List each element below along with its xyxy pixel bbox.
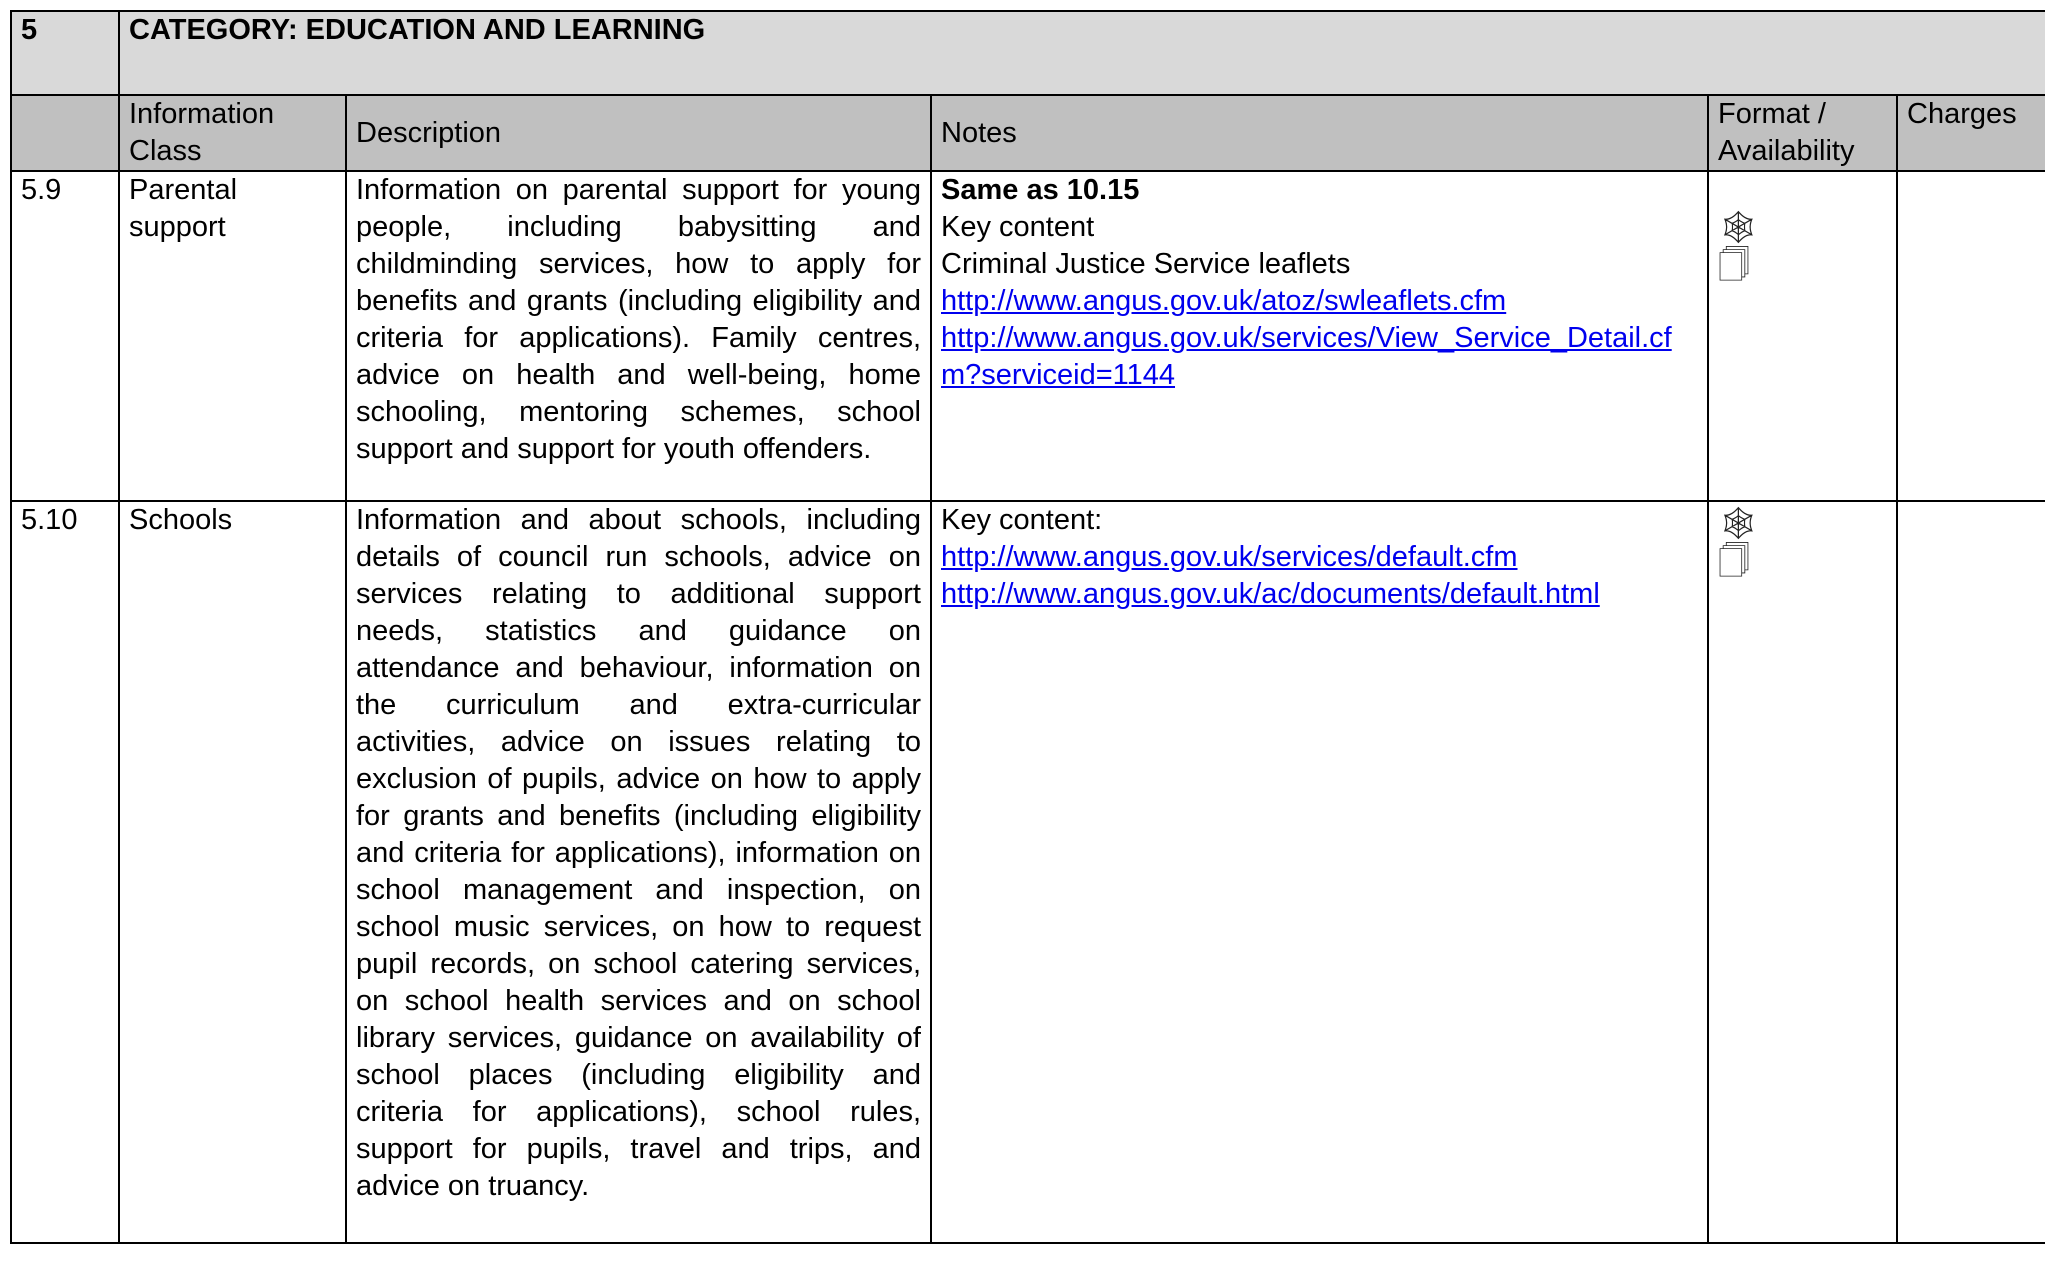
document-icon: 🗍︎ xyxy=(1718,542,1750,580)
row-format-availability: 🕸︎ 🗍︎ xyxy=(1707,500,1898,1244)
web-icon: 🕸︎ xyxy=(1718,504,1759,542)
header-charges: Charges xyxy=(1895,94,2045,172)
notes-link[interactable]: http://www.angus.gov.uk/atoz/swleaflets.… xyxy=(941,285,1506,317)
row-information-class: Schools xyxy=(118,500,347,1244)
notes-line: Key content: xyxy=(941,504,1103,536)
row-charges xyxy=(1895,500,2045,1244)
notes-link[interactable]: http://www.angus.gov.uk/services/View_Se… xyxy=(941,322,1672,391)
category-row: 5 CATEGORY: EDUCATION AND LEARNING xyxy=(10,10,2045,96)
web-icon: 🕸︎ xyxy=(1718,208,1759,246)
notes-line: Criminal Justice Service leaflets xyxy=(941,248,1351,280)
header-description: Description xyxy=(345,94,932,172)
notes-same-as: Same as 10.15 xyxy=(941,174,1140,206)
row-information-class: Parental support xyxy=(118,170,347,502)
row-id: 5.9 xyxy=(10,170,120,502)
table-row: 5.9 Parental support Information on paren… xyxy=(10,170,2045,502)
category-number: 5 xyxy=(10,10,120,96)
header-information-class: Information Class xyxy=(118,94,347,172)
row-description: Information on parental support for youn… xyxy=(345,170,932,502)
row-charges xyxy=(1895,170,2045,502)
notes-link[interactable]: http://www.angus.gov.uk/services/default… xyxy=(941,541,1518,573)
notes-line: Key content xyxy=(941,211,1095,243)
header-notes: Notes xyxy=(930,94,1709,172)
header-format-availability: Format / Availability xyxy=(1707,94,1898,172)
table-row: 5.10 Schools Information and about schoo… xyxy=(10,500,2045,1244)
category-title: CATEGORY: EDUCATION AND LEARNING xyxy=(117,10,2045,96)
column-header-row: Information Class Description Notes Forma… xyxy=(10,94,2045,172)
publication-scheme-table: 5 CATEGORY: EDUCATION AND LEARNING Infor… xyxy=(10,10,2045,1244)
document-icon: 🗍︎ xyxy=(1718,246,1750,284)
row-notes: Same as 10.15 Key content Criminal Justi… xyxy=(930,170,1709,502)
notes-link[interactable]: http://www.angus.gov.uk/ac/documents/def… xyxy=(941,578,1600,610)
row-notes: Key content: http://www.angus.gov.uk/ser… xyxy=(930,500,1709,1244)
header-blank xyxy=(10,94,120,172)
row-format-availability: 🕸︎ 🗍︎ xyxy=(1707,170,1898,502)
row-description: Information and about schools, including… xyxy=(345,500,932,1244)
row-id: 5.10 xyxy=(10,500,120,1244)
